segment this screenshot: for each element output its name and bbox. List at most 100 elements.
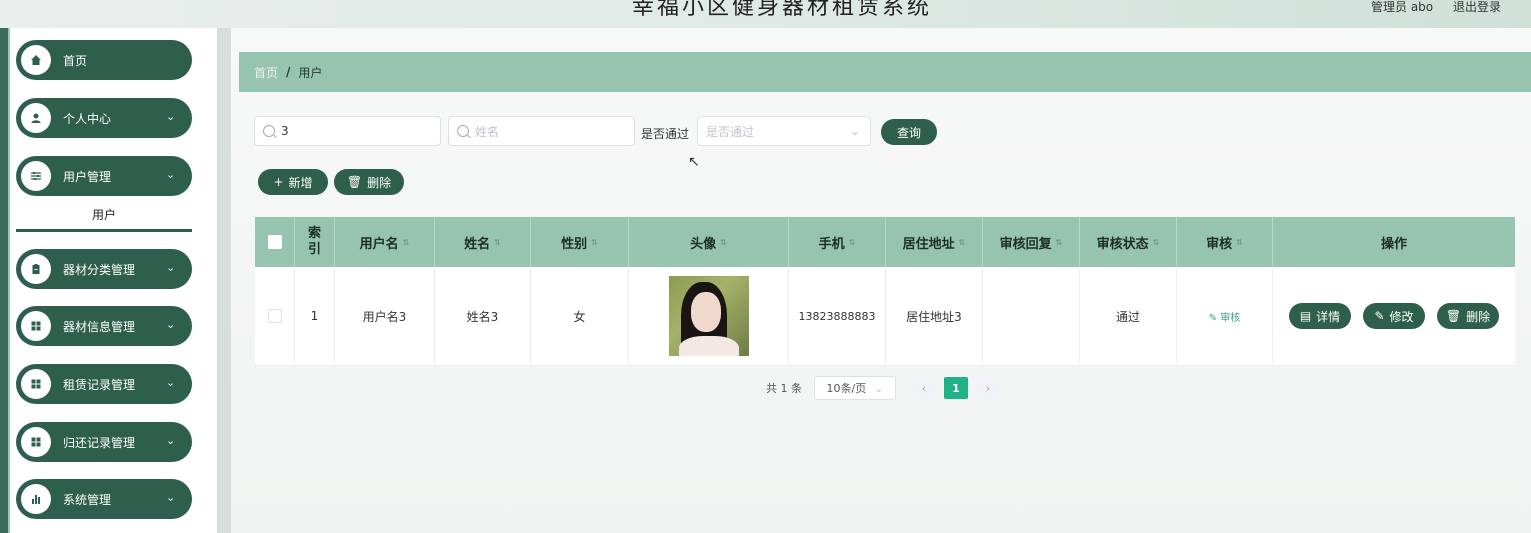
- delete-button[interactable]: 🗑 删除: [334, 169, 404, 195]
- column-header-address[interactable]: 居住地址 ⇅: [886, 217, 983, 267]
- sidebar-item-rental-records[interactable]: 租赁记录管理 ⌄: [16, 364, 192, 404]
- chevron-down-icon: ⌄: [166, 318, 176, 331]
- delete-button-label: 删除: [367, 175, 392, 190]
- sliders-icon: [21, 161, 51, 191]
- logout-link[interactable]: 退出登录: [1453, 0, 1501, 14]
- avatar[interactable]: [668, 276, 749, 356]
- avatar-shirt: [678, 336, 739, 356]
- column-header-label: 操作: [1380, 236, 1407, 252]
- column-header-name[interactable]: 姓名 ⇅: [435, 217, 531, 267]
- sidebar-item-home[interactable]: 首页: [16, 40, 192, 80]
- passed-select-placeholder: 是否通过: [706, 124, 755, 139]
- user-icon: [21, 103, 51, 133]
- edit-icon: ✎: [1374, 309, 1385, 323]
- sidebar-item-system-management[interactable]: 系统管理 ⌄: [16, 479, 192, 519]
- column-header-phone[interactable]: 手机 ⇅: [789, 217, 886, 267]
- column-header-gender[interactable]: 性别 ⇅: [531, 217, 629, 267]
- breadcrumb-current: 用户: [298, 65, 323, 80]
- sort-icon: ⇅: [848, 237, 856, 247]
- cell-operations: ▤ 详情 ✎ 修改 🗑 删除: [1273, 267, 1515, 365]
- column-header-status[interactable]: 审核状态 ⇅: [1080, 217, 1177, 267]
- detail-button[interactable]: ▤ 详情: [1289, 303, 1351, 329]
- cell-audit: ✎ 审核: [1177, 267, 1273, 365]
- sort-icon: ⇅: [1152, 237, 1160, 247]
- sort-icon: ⇅: [958, 237, 966, 247]
- passed-filter-label: 是否通过: [641, 127, 690, 141]
- grid-icon: [21, 311, 51, 341]
- sidebar-item-label: 租赁记录管理: [63, 377, 136, 392]
- sidebar-subitem-user[interactable]: 用户: [16, 207, 192, 232]
- grid-icon: [21, 369, 51, 399]
- sort-icon: ⇅: [1055, 237, 1063, 247]
- audit-link[interactable]: ✎ 审核: [1209, 309, 1241, 324]
- row-checkbox[interactable]: [267, 309, 282, 323]
- edit-button[interactable]: ✎ 修改: [1363, 303, 1425, 329]
- clipboard-icon: [21, 254, 51, 284]
- column-header-index-label: 索引: [307, 226, 321, 257]
- cell-index: 1: [295, 267, 335, 365]
- sidebar-item-return-records[interactable]: 归还记录管理 ⌄: [16, 422, 192, 462]
- column-header-label: 头像: [690, 236, 717, 252]
- username-search-input[interactable]: 3: [254, 116, 441, 146]
- username-search-value: 3: [281, 124, 289, 138]
- row-select-cell: [255, 267, 295, 365]
- top-user-area: 管理员 abo 退出登录: [1355, 0, 1501, 15]
- next-page-button[interactable]: ›: [976, 377, 1000, 399]
- cell-avatar: [629, 267, 789, 365]
- column-header-username[interactable]: 用户名 ⇅: [335, 217, 435, 267]
- passed-select[interactable]: 是否通过 ⌄: [697, 116, 871, 146]
- sidebar-item-equipment-category[interactable]: 器材分类管理 ⌄: [16, 249, 192, 289]
- add-button[interactable]: + 新增: [258, 169, 328, 195]
- column-header-label: 用户名: [359, 236, 399, 252]
- search-icon: [263, 125, 275, 137]
- cell-reply: [983, 267, 1080, 365]
- row-delete-button[interactable]: 🗑 删除: [1437, 303, 1499, 329]
- cell-status: 通过: [1080, 267, 1177, 365]
- name-search-input[interactable]: 姓名: [448, 116, 635, 146]
- page-size-label: 10条/页: [826, 382, 867, 395]
- sidebar-item-user-management[interactable]: 用户管理 ⌄: [16, 156, 192, 196]
- column-header-label: 居住地址: [902, 236, 955, 252]
- breadcrumb-home[interactable]: 首页: [254, 64, 278, 81]
- column-header-label: 姓名: [464, 236, 491, 252]
- select-all-checkbox[interactable]: [267, 235, 282, 249]
- cell-address: 居住地址3: [886, 267, 983, 365]
- sidebar-item-label: 归还记录管理: [63, 435, 136, 450]
- breadcrumb-separator: /: [286, 65, 291, 79]
- column-header-operations: 操作: [1273, 217, 1515, 267]
- edit-button-label: 修改: [1389, 309, 1414, 324]
- row-delete-button-label: 删除: [1466, 309, 1491, 324]
- sort-icon: ⇅: [402, 237, 410, 247]
- home-icon: [21, 45, 51, 75]
- app-title: 幸福小区健身器材租赁系统: [632, 0, 933, 20]
- chevron-down-icon: ⌄: [166, 376, 176, 389]
- mouse-cursor-icon: ↖: [688, 154, 700, 170]
- page-size-select[interactable]: 10条/页 ⌄: [814, 376, 896, 400]
- grid-icon: [21, 427, 51, 457]
- edit-icon: ✎: [1208, 312, 1218, 324]
- sidebar-item-label: 用户管理: [63, 169, 112, 184]
- sidebar-divider: [217, 28, 231, 533]
- sidebar: 首页 个人中心 ⌄ 用户管理 ⌄ 用户 器材分类管理 ⌄ 器材信息管理 ⌄ 租赁…: [10, 28, 217, 533]
- cell-phone: 13823888883: [789, 267, 886, 365]
- top-header: 幸福小区健身器材租赁系统 管理员 abo 退出登录: [0, 0, 1531, 28]
- column-header-audit[interactable]: 审核 ⇅: [1177, 217, 1273, 267]
- sidebar-item-personal-center[interactable]: 个人中心 ⌄: [16, 98, 192, 138]
- chevron-down-icon: ⌄: [166, 168, 176, 181]
- query-button[interactable]: 查询: [881, 119, 937, 145]
- main-content: 首页 / 用户 3 姓名 是否通过 是否通过 ⌄ 查询 ↖ + 新增 🗑 删除 …: [231, 28, 1531, 533]
- prev-page-button[interactable]: ‹: [912, 377, 936, 399]
- sort-icon: ⇅: [720, 237, 727, 247]
- column-header-avatar[interactable]: 头像 ⇅: [629, 217, 789, 267]
- name-search-placeholder: 姓名: [475, 124, 500, 139]
- table-row: 1 用户名3 姓名3 女 13823888883 居住地址3 通过 ✎ 审核 ▤…: [255, 267, 1515, 366]
- pagination: 共 1 条 10条/页 ⌄ ‹ 1 ›: [766, 376, 1000, 400]
- search-icon: [457, 125, 469, 137]
- chart-icon: [21, 484, 51, 514]
- chevron-down-icon: ⌄: [166, 434, 176, 447]
- sidebar-item-equipment-info[interactable]: 器材信息管理 ⌄: [16, 306, 192, 346]
- column-header-label: 性别: [561, 236, 588, 252]
- page-number-button[interactable]: 1: [944, 377, 968, 399]
- column-header-reply[interactable]: 审核回复 ⇅: [983, 217, 1080, 267]
- pagination-total: 共 1 条: [766, 382, 802, 395]
